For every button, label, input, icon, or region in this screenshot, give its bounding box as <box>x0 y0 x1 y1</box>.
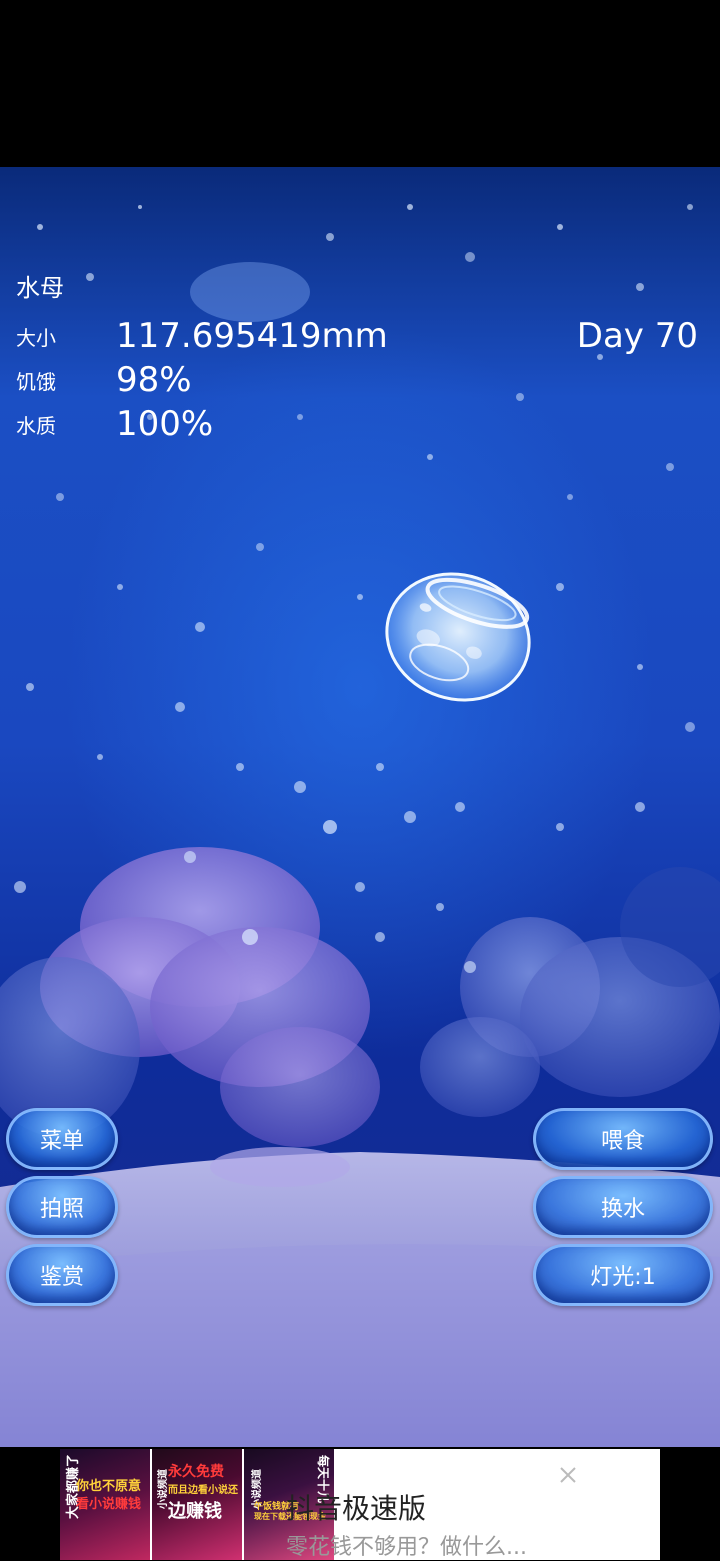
coral-right <box>420 867 720 1117</box>
photo-button[interactable]: 拍照 <box>6 1176 118 1238</box>
coral-left <box>0 847 380 1147</box>
hunger-label: 饥饿 <box>16 370 56 394</box>
appreciate-button[interactable]: 鉴赏 <box>6 1244 118 1306</box>
water-quality-label: 水质 <box>16 414 56 438</box>
change-water-button[interactable]: 换水 <box>533 1176 713 1238</box>
status-bar-area <box>0 0 720 167</box>
day-counter: Day 70 <box>576 316 698 356</box>
ad-title[interactable]: 抖音极速版 <box>286 1487 426 1527</box>
ad-thumbnail-1[interactable]: 大家都赚了 你也不原意 看小说赚钱 <box>60 1449 150 1560</box>
water-quality-value: 100% <box>116 404 214 444</box>
ad-thumb-text: 边赚钱 <box>168 1501 222 1522</box>
size-label: 大小 <box>16 326 56 350</box>
menu-button[interactable]: 菜单 <box>6 1108 118 1170</box>
close-icon[interactable] <box>556 1463 580 1487</box>
ad-thumb-text: 看小说赚钱 <box>76 1497 142 1512</box>
ad-thumb-text: 你也不原意 <box>76 1479 142 1494</box>
feed-button[interactable]: 喂食 <box>533 1108 713 1170</box>
app-screen: 水母 大小 117.695419mm Day 70 饥饿 98% 水质 100%… <box>0 0 720 1560</box>
ad-banner[interactable]: 大家都赚了 你也不原意 看小说赚钱 小说频道 永久免费 而且边看小说还 边赚钱 … <box>0 1447 720 1560</box>
size-value: 117.695419mm <box>116 316 388 356</box>
creature-name: 水母 <box>16 274 64 302</box>
ad-thumb-text: 永久免费 <box>168 1464 224 1480</box>
ad-subtitle[interactable]: 零花钱不够用？做什么... <box>286 1529 527 1561</box>
hunger-value: 98% <box>116 360 192 400</box>
ad-thumb-text: 而且边看小说还 <box>168 1485 238 1496</box>
ad-thumbnail-2[interactable]: 小说频道 永久免费 而且边看小说还 边赚钱 <box>152 1449 242 1560</box>
light-button[interactable]: 灯光:1 <box>533 1244 713 1306</box>
ad-thumb-text: 小说频道 <box>158 1469 169 1509</box>
jellyfish[interactable] <box>370 556 545 718</box>
